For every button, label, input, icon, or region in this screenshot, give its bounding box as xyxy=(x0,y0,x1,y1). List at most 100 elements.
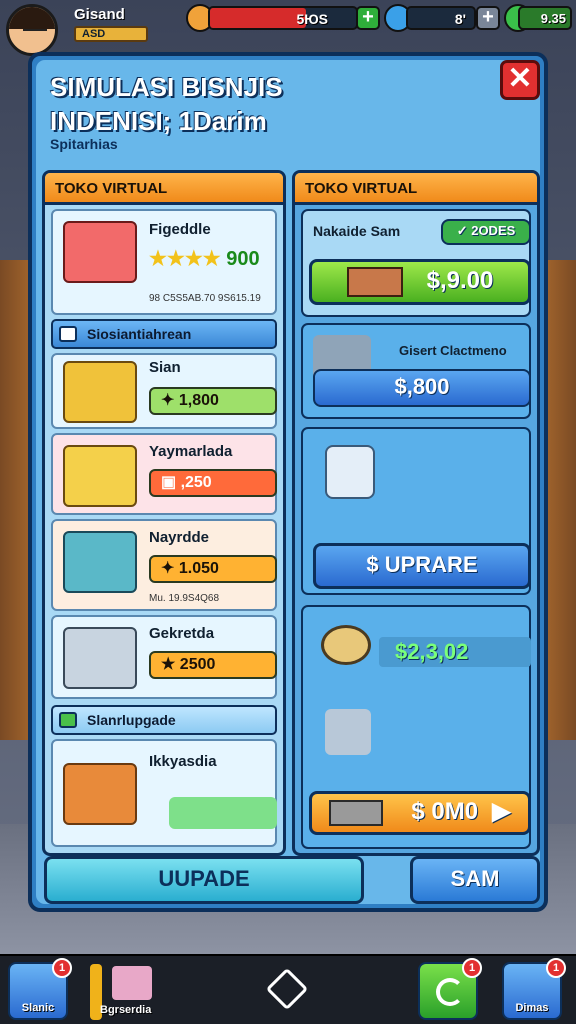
price-value: ,250 xyxy=(180,474,212,491)
income-card: $2,3,02 $ 0M0 ▶ xyxy=(301,605,531,849)
item-price[interactable]: ✦ 1.050 xyxy=(149,555,277,583)
coin-dish-icon xyxy=(321,625,371,665)
gift-box-icon xyxy=(63,221,137,283)
price-value: 1,800 xyxy=(178,392,219,409)
item-price[interactable] xyxy=(169,797,277,829)
collect-button[interactable]: $ 0M0 ▶ xyxy=(309,791,531,835)
shop-item[interactable]: Ikkyasdia xyxy=(51,739,277,847)
section-label: Siosiantiahrean xyxy=(87,326,192,342)
shop-item[interactable]: Nayrdde ✦ 1.050 Mu. 19.9S4Q68 xyxy=(51,519,277,611)
add-health-button[interactable]: + xyxy=(356,6,380,30)
right-column-header: TOKO VIRTUAL xyxy=(295,173,537,205)
item-title: Gekretda xyxy=(149,625,215,642)
shop-column-right: TOKO VIRTUAL Nakaide Sam ✓ 2ODES $,9.00 … xyxy=(292,170,540,856)
item-title: Sian xyxy=(149,359,181,376)
cart-card: Gisert Clactmeno $,800 xyxy=(301,323,531,419)
display-crate-icon xyxy=(63,763,137,825)
cash-value: 9.35 xyxy=(540,11,566,26)
nav-offers-button[interactable]: Bgrserdia xyxy=(86,962,182,1020)
section-label: Slanrlupgade xyxy=(87,712,176,728)
basket-icon xyxy=(329,799,384,826)
nav-badge: 1 xyxy=(546,958,566,978)
section-header-store: Siosiantiahrean xyxy=(51,319,277,349)
collect-label: $ 0M0 xyxy=(411,798,479,825)
buy-offer-button[interactable]: $,9.00 xyxy=(309,259,531,305)
price-value: 2500 xyxy=(179,656,216,673)
gems-value: 8' xyxy=(454,11,466,27)
item-price[interactable]: ★ 2500 xyxy=(149,651,277,679)
upgrade-section-icon xyxy=(59,712,77,728)
item-subtext: 98 C5S5AB.70 9S615.19 xyxy=(149,293,261,304)
health-value: 5ЮS xyxy=(296,11,328,27)
nav-label: Slanic xyxy=(21,1002,55,1014)
chevron-right-icon: ▶ xyxy=(492,798,511,825)
refresh-icon xyxy=(436,978,464,1006)
player-name: Gisand xyxy=(74,6,125,23)
section-header-upgrade: Slanrlupgade xyxy=(51,705,277,735)
sam-button[interactable]: SAM xyxy=(410,856,540,904)
register-icon xyxy=(63,361,137,423)
shop-column-left: TOKO VIRTUAL Figeddle ★★★★ 900 98 C5S5AB… xyxy=(42,170,286,856)
avatar-hair xyxy=(9,7,55,29)
shop-item[interactable]: Gekretda ★ 2500 xyxy=(51,615,277,699)
cart-buy-button[interactable]: $,800 xyxy=(313,369,531,407)
nav-badge: 1 xyxy=(52,958,72,978)
nav-label: Bgrserdia xyxy=(100,1004,152,1016)
nav-badge: 1 xyxy=(462,958,482,978)
mail-icon xyxy=(112,966,152,1000)
produce-crate-icon xyxy=(63,445,137,507)
cart-icon xyxy=(325,709,371,755)
item-title: Nayrdde xyxy=(149,529,210,546)
close-button[interactable]: ✕ xyxy=(500,60,540,100)
home-icon[interactable] xyxy=(265,967,309,1011)
nav-refresh-button[interactable]: 1 xyxy=(418,958,482,1020)
offer-badge: ✓ 2ODES xyxy=(441,219,531,245)
cart-box-icon xyxy=(63,531,137,593)
income-value: $2,3,02 xyxy=(379,637,531,667)
offer-label: Nakaide Sam xyxy=(313,223,401,239)
item-price[interactable]: ▣ ,250 xyxy=(149,469,277,497)
offer-card: Nakaide Sam ✓ 2ODES $,9.00 xyxy=(301,209,531,317)
package-icon xyxy=(325,445,375,499)
nav-chat-button[interactable]: 1 Dimas xyxy=(502,958,566,1020)
item-value: 900 xyxy=(226,248,260,270)
item-title: Figeddle xyxy=(149,221,211,238)
shop-item[interactable]: Sian ✦ 1,800 xyxy=(51,353,277,429)
business-sim-panel: SIMULASI BISNJIS INDENISI; 1Darim Spitar… xyxy=(28,52,548,912)
top-hud: Gisand ASD 5ЮS + 8' + 9.35 xyxy=(0,0,576,56)
price-value: 1.050 xyxy=(178,560,219,577)
bottom-nav: 1 Slanic Bgrserdia 1 1 Dimas xyxy=(0,954,576,1024)
offer-price: $,9.00 xyxy=(426,267,494,294)
avatar-face xyxy=(23,29,47,33)
store-section-icon xyxy=(59,326,77,342)
offer-badge-label: 2ODES xyxy=(471,223,516,238)
gems-bar: 8' xyxy=(406,6,476,30)
panel-subtitle: Spitarhias xyxy=(50,136,118,152)
cash-bar: 9.35 xyxy=(518,6,572,30)
player-level-badge: ASD xyxy=(74,26,148,42)
item-price[interactable]: ✦ 1,800 xyxy=(149,387,277,415)
health-bar-fill xyxy=(210,8,307,28)
item-title: Yaymarlada xyxy=(149,443,233,460)
upgrade-button[interactable]: $ UPRARE xyxy=(313,543,531,589)
player-avatar[interactable] xyxy=(6,4,58,56)
panel-title-line1: SIMULASI BISNJIS xyxy=(50,72,283,102)
shop-item[interactable]: Yaymarlada ▣ ,250 xyxy=(51,433,277,515)
upgrade-card: $ UPRARE xyxy=(301,427,531,595)
upgrade-main-button[interactable]: UUPADE xyxy=(44,856,364,904)
add-gems-button[interactable]: + xyxy=(476,6,500,30)
panel-inner: SIMULASI BISNJIS INDENISI; 1Darim Spitar… xyxy=(36,60,540,904)
panel-title-line2: INDENISI; 1Darim xyxy=(50,106,267,136)
item-title: Ikkyasdia xyxy=(149,753,217,770)
cart-label: Gisert Clactmeno xyxy=(399,343,507,358)
shop-item[interactable]: Figeddle ★★★★ 900 98 C5S5AB.70 9S615.19 xyxy=(51,209,277,315)
star-rating-icon: ★★★★ xyxy=(149,248,221,270)
shopping-cart-icon xyxy=(63,627,137,689)
nav-label: Dimas xyxy=(515,1002,549,1014)
basket-icon xyxy=(346,266,403,297)
left-column-header: TOKO VIRTUAL xyxy=(45,173,283,205)
item-subtext: Mu. 19.9S4Q68 xyxy=(149,593,220,604)
item-rating: ★★★★ 900 xyxy=(149,247,277,275)
nav-shop-button[interactable]: 1 Slanic xyxy=(8,958,72,1020)
health-bar: 5ЮS xyxy=(208,6,358,30)
